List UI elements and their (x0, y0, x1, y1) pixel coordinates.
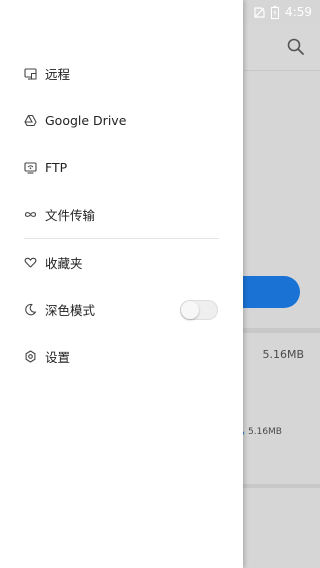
heart-icon (24, 256, 37, 269)
status-time: 4:59 (285, 5, 312, 19)
drawer-item-dark-mode[interactable]: 深色模式 (0, 286, 243, 333)
file-size: 5.16MB (262, 348, 304, 361)
drawer-item-label: FTP (45, 160, 68, 175)
drawer-item-file-transfer[interactable]: 文件传输 (0, 191, 243, 238)
ftp-icon (24, 161, 37, 174)
drawer-item-label: 收藏夹 (45, 256, 83, 271)
gear-icon (24, 350, 37, 363)
drawer-item-label: 文件传输 (45, 208, 96, 223)
battery-icon (271, 5, 280, 19)
search-icon[interactable] (286, 37, 306, 57)
remote-device-icon (24, 67, 37, 80)
google-drive-icon (24, 114, 37, 127)
drawer-item-label: Google Drive (45, 113, 127, 128)
drawer-item-label: 远程 (45, 67, 71, 82)
drawer-item-label: 深色模式 (45, 303, 96, 318)
no-sim-icon (254, 6, 265, 18)
drawer-item-favorites[interactable]: 收藏夹 (0, 239, 243, 286)
navigation-drawer: 远程 Google Drive FTP 文件传输 收藏夹 深色模式 设置 (0, 0, 243, 568)
status-bar: 4:59 (222, 0, 320, 24)
toggle-knob (181, 300, 199, 319)
file-size-small: 5.16MB (248, 427, 282, 437)
drawer-item-settings[interactable]: 设置 (0, 333, 243, 380)
infinity-transfer-icon (24, 208, 37, 221)
drawer-item-google-drive[interactable]: Google Drive (0, 97, 243, 144)
drawer-menu: 远程 Google Drive FTP 文件传输 收藏夹 深色模式 设置 (0, 50, 243, 380)
moon-icon (24, 303, 37, 316)
drawer-item-ftp[interactable]: FTP (0, 144, 243, 191)
drawer-item-remote[interactable]: 远程 (0, 50, 243, 97)
drawer-item-label: 设置 (45, 350, 71, 365)
dark-mode-toggle[interactable] (180, 299, 218, 320)
